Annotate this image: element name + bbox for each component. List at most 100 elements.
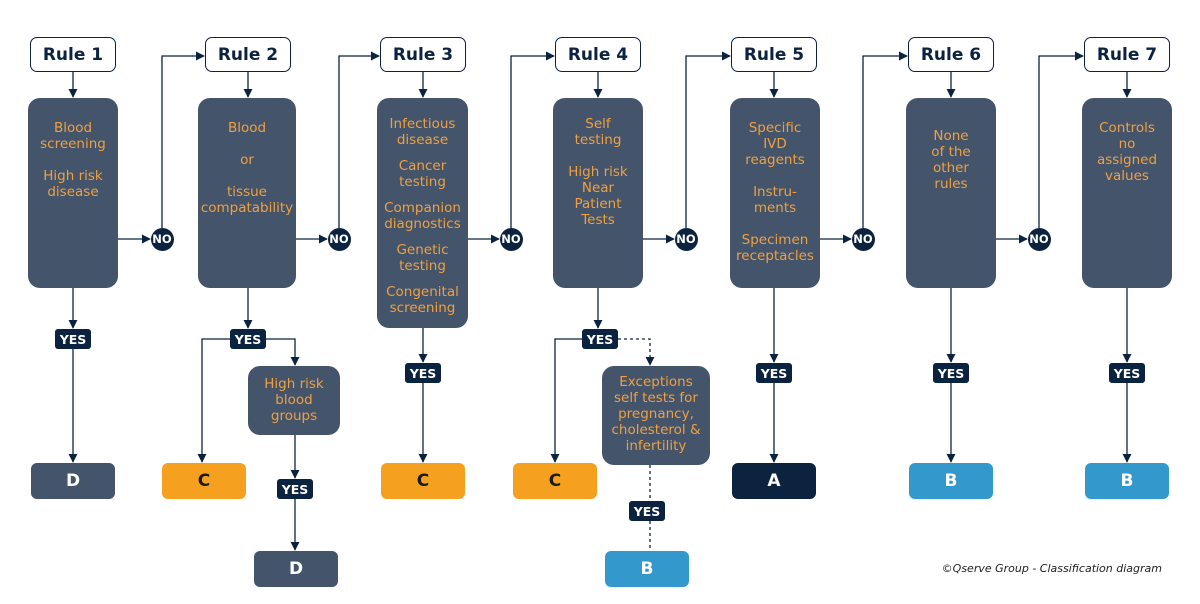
criteria-box-rule-3: Infectious disease Cancer testing Companion d… bbox=[377, 98, 468, 328]
result-rule-1: D bbox=[31, 463, 115, 499]
result-rule-3: C bbox=[381, 463, 465, 499]
criteria-paragraph: Specimen receptacles bbox=[730, 232, 820, 264]
criteria-box-rule-7: Controls no assigned values bbox=[1082, 98, 1172, 288]
no-label: NO bbox=[150, 227, 174, 251]
criteria-box-exceptions: Exceptions self tests for pregnancy, choles… bbox=[602, 366, 710, 465]
criteria-box-rule-1: Blood screening High risk disease bbox=[28, 98, 118, 288]
criteria-paragraph: Genetic testing bbox=[377, 242, 468, 274]
yes-label: YES bbox=[55, 329, 91, 349]
criteria-line: testing bbox=[574, 132, 622, 148]
rule-header-1: Rule 1 bbox=[30, 37, 116, 72]
criteria-line: screening bbox=[389, 300, 456, 316]
yes-label: YES bbox=[629, 501, 665, 521]
criteria-line: of the bbox=[931, 144, 971, 160]
rule-header-4: Rule 4 bbox=[555, 37, 641, 72]
connector-arrow bbox=[618, 338, 655, 366]
rule-header-7: Rule 7 bbox=[1084, 37, 1170, 72]
criteria-line: High risk bbox=[264, 376, 324, 392]
criteria-paragraph: High risk disease bbox=[28, 168, 118, 200]
criteria-line: Infectious bbox=[389, 116, 456, 132]
criteria-line: tissue bbox=[227, 184, 267, 200]
connector-arrow bbox=[197, 338, 230, 463]
criteria-line: Companion bbox=[384, 200, 461, 216]
criteria-paragraph: Specific IVD reagents bbox=[730, 120, 820, 168]
no-label: NO bbox=[674, 227, 698, 251]
criteria-box-rule-6: None of the other rules bbox=[906, 98, 996, 288]
criteria-line: pregnancy, bbox=[618, 406, 694, 422]
criteria-paragraph: Companion diagnostics bbox=[377, 200, 468, 232]
result-rule-5: A bbox=[732, 463, 816, 499]
criteria-line: cholesterol & bbox=[611, 422, 701, 438]
yes-label: YES bbox=[277, 479, 313, 499]
criteria-paragraph: High risk Near Patient Tests bbox=[553, 164, 643, 228]
criteria-line: infertility bbox=[625, 438, 687, 454]
criteria-line: Blood bbox=[53, 120, 93, 136]
connector-arrow bbox=[510, 51, 555, 228]
criteria-paragraph: Controls no assigned values bbox=[1082, 120, 1172, 184]
no-label: NO bbox=[499, 227, 523, 251]
no-label: NO bbox=[327, 227, 351, 251]
criteria-paragraph: Self testing bbox=[553, 116, 643, 148]
result-rule-6: B bbox=[909, 463, 993, 499]
criteria-line: or bbox=[240, 152, 254, 168]
criteria-line: None bbox=[933, 128, 969, 144]
criteria-line: groups bbox=[270, 408, 318, 424]
criteria-line: diagnostics bbox=[384, 216, 461, 232]
criteria-line: testing bbox=[399, 174, 446, 190]
connector-arrow bbox=[550, 338, 582, 463]
result-exceptions: B bbox=[605, 551, 689, 587]
yes-label: YES bbox=[405, 363, 441, 383]
criteria-paragraph: Cancer testing bbox=[377, 158, 468, 190]
criteria-line: Genetic bbox=[396, 242, 449, 258]
criteria-paragraph: Blood screening bbox=[28, 120, 118, 152]
criteria-line: screening bbox=[40, 136, 106, 152]
criteria-line: Specific bbox=[748, 120, 802, 136]
criteria-line: IVD bbox=[763, 136, 787, 152]
criteria-line: compatability bbox=[200, 200, 294, 216]
criteria-line: blood bbox=[275, 392, 313, 408]
criteria-paragraph: Congenital screening bbox=[377, 284, 468, 316]
result-rule-4: C bbox=[513, 463, 597, 499]
criteria-paragraph: tissue compatability bbox=[198, 184, 296, 216]
criteria-line: assigned bbox=[1096, 152, 1158, 168]
criteria-paragraph: None of the other rules bbox=[906, 128, 996, 192]
criteria-line: Blood bbox=[227, 120, 267, 136]
criteria-line: Congenital bbox=[386, 284, 459, 300]
connector-arrow bbox=[266, 338, 300, 366]
copyright-note: ©Qserve Group - Classification diagram bbox=[941, 562, 1162, 575]
result-high-risk-blood-groups: D bbox=[254, 551, 338, 587]
criteria-line: values bbox=[1105, 168, 1149, 184]
result-rule-2: C bbox=[162, 463, 246, 499]
classification-diagram: ©Qserve Group - Classification diagram R… bbox=[0, 0, 1200, 604]
criteria-line: Near bbox=[581, 180, 615, 196]
connector-arrow bbox=[862, 51, 908, 228]
connector-arrow bbox=[685, 51, 731, 228]
criteria-box-high-risk-blood-groups: High risk blood groups bbox=[248, 366, 340, 435]
criteria-line: Specimen bbox=[741, 232, 809, 248]
criteria-line: testing bbox=[399, 258, 446, 274]
criteria-paragraph: or bbox=[198, 152, 296, 168]
criteria-line: no bbox=[1118, 136, 1136, 152]
no-label: NO bbox=[851, 227, 875, 251]
criteria-line: disease bbox=[396, 132, 449, 148]
connector-arrow bbox=[338, 51, 380, 228]
criteria-box-rule-4: Self testing High risk Near Patient Tests bbox=[553, 98, 643, 288]
criteria-line: disease bbox=[47, 184, 99, 200]
criteria-paragraph: Exceptions self tests for pregnancy, choles… bbox=[602, 374, 710, 454]
yes-label: YES bbox=[933, 363, 969, 383]
criteria-paragraph: Infectious disease bbox=[377, 116, 468, 148]
rule-header-6: Rule 6 bbox=[908, 37, 994, 72]
no-label: NO bbox=[1027, 227, 1051, 251]
rule-header-5: Rule 5 bbox=[731, 37, 817, 72]
criteria-paragraph: High risk blood groups bbox=[248, 376, 340, 424]
criteria-line: other bbox=[933, 160, 969, 176]
criteria-line: ments bbox=[753, 200, 797, 216]
criteria-paragraph: Blood bbox=[198, 120, 296, 136]
criteria-line: Instru- bbox=[753, 184, 797, 200]
criteria-box-rule-5: Specific IVD reagents Instru-ments Specimen r… bbox=[730, 98, 820, 288]
connector-lines bbox=[68, 51, 1132, 551]
connector-arrow bbox=[1038, 51, 1084, 228]
criteria-line: Self bbox=[585, 116, 611, 132]
criteria-line: reagents bbox=[745, 152, 805, 168]
criteria-line: Controls bbox=[1099, 120, 1155, 136]
